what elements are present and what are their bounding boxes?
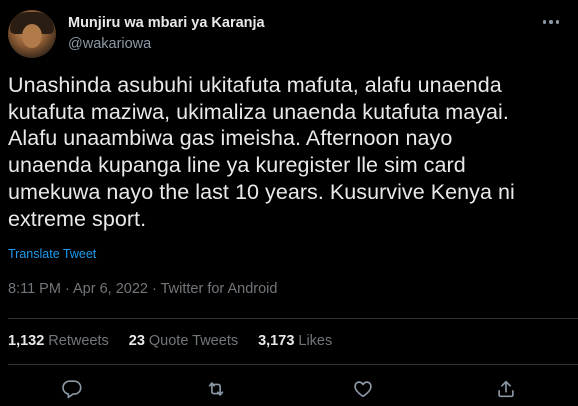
avatar-face [22,24,42,48]
retweets-stat[interactable]: 1,132 Retweets [8,333,109,349]
translate-tweet-link[interactable]: Translate Tweet [8,247,96,261]
likes-count: 3,173 [258,333,295,349]
author-handle[interactable]: @wakariowa [68,34,265,54]
more-dot-icon [555,20,560,24]
share-button[interactable] [493,376,519,402]
tweet-stats: 1,132 Retweets 23 Quote Tweets 3,173 Likes [8,333,352,349]
more-dot-icon [549,20,553,24]
tweet-actions [0,372,578,406]
share-icon [498,380,514,398]
tweet-detail: Munjiru wa mbari ya Karanja @wakariowa U… [0,0,578,406]
like-button[interactable] [350,376,376,402]
quote-tweets-stat[interactable]: 23 Quote Tweets [129,333,238,349]
retweets-label: Retweets [48,333,109,349]
reply-button[interactable] [59,376,85,402]
likes-stat[interactable]: 3,173 Likes [258,333,332,349]
author-names: Munjiru wa mbari ya Karanja @wakariowa [68,14,265,54]
quote-tweets-count: 23 [128,333,145,349]
divider [8,318,578,319]
more-dot-icon [542,20,547,24]
tweet-text: Unashinda asubuhi ukitafuta mafuta, alaf… [8,73,515,231]
like-icon [354,381,372,398]
retweet-icon [208,382,224,396]
retweet-button[interactable] [203,376,229,402]
divider [8,364,578,365]
retweets-count: 1,132 [8,333,45,349]
quote-tweets-label: Quote Tweets [148,333,239,349]
more-options-button[interactable] [536,12,566,32]
reply-icon [62,380,82,399]
likes-label: Likes [298,333,333,349]
tweet-header: Munjiru wa mbari ya Karanja @wakariowa [8,10,265,58]
tweet-timestamp-source[interactable]: 8:11 PM · Apr 6, 2022 · Twitter for Andr… [8,281,277,297]
author-display-name[interactable]: Munjiru wa mbari ya Karanja [68,14,265,32]
avatar[interactable] [8,10,56,58]
